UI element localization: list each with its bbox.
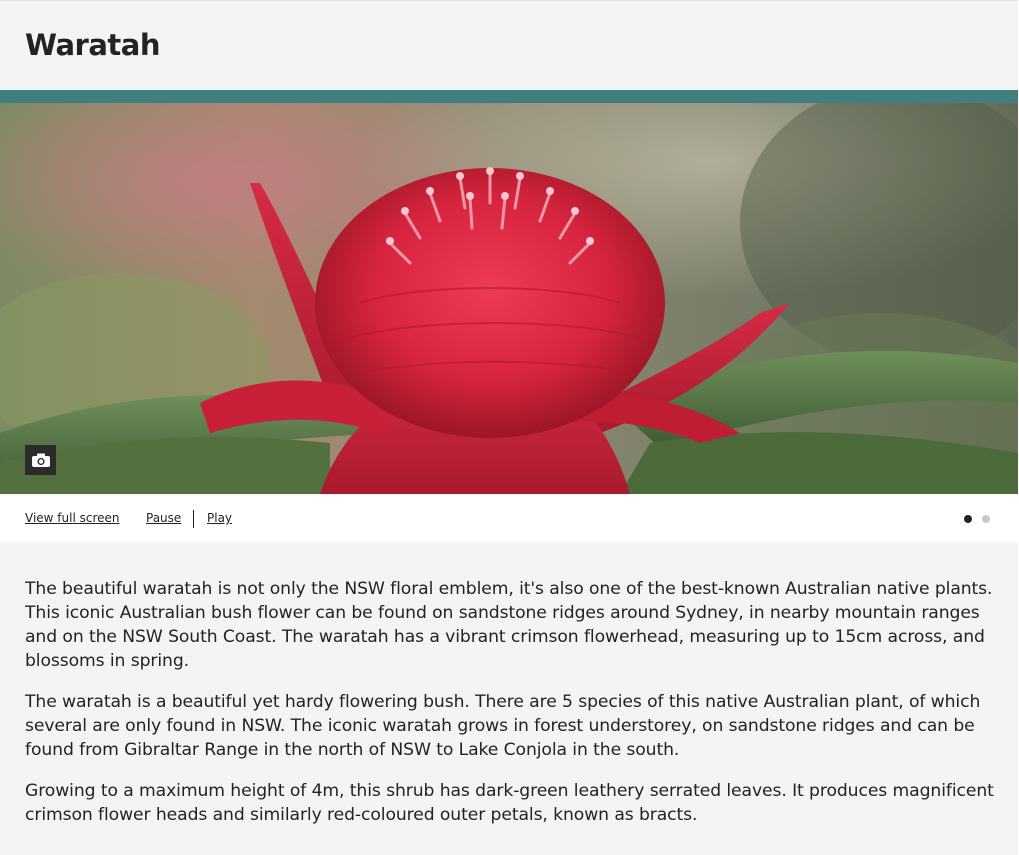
paragraph-1: The beautiful waratah is not only the NS… xyxy=(25,579,993,671)
photo-credit-button[interactable] xyxy=(25,445,56,475)
page-title: Waratah xyxy=(25,28,160,62)
page: Waratah View full screen Pause Play The … xyxy=(0,0,1018,855)
paragraph-3: Growing to a maximum height of 4m, this … xyxy=(25,781,994,825)
play-button[interactable]: Play xyxy=(207,511,232,525)
title-bar: Waratah xyxy=(0,1,1018,89)
accent-band xyxy=(0,90,1018,103)
hero-image xyxy=(0,103,1018,494)
slide-dot-1[interactable] xyxy=(964,515,972,523)
view-full-screen-link[interactable]: View full screen xyxy=(25,511,120,525)
pause-button[interactable]: Pause xyxy=(146,511,181,525)
control-divider xyxy=(193,510,194,528)
paragraph-2: The waratah is a beautiful yet hardy flo… xyxy=(25,692,981,760)
camera-icon xyxy=(31,453,50,467)
slide-dot-2[interactable] xyxy=(982,515,990,523)
waratah-photo xyxy=(0,103,1018,494)
gallery-controls: View full screen Pause Play xyxy=(0,495,1018,542)
article-body: The beautiful waratah is not only the NS… xyxy=(25,577,995,844)
